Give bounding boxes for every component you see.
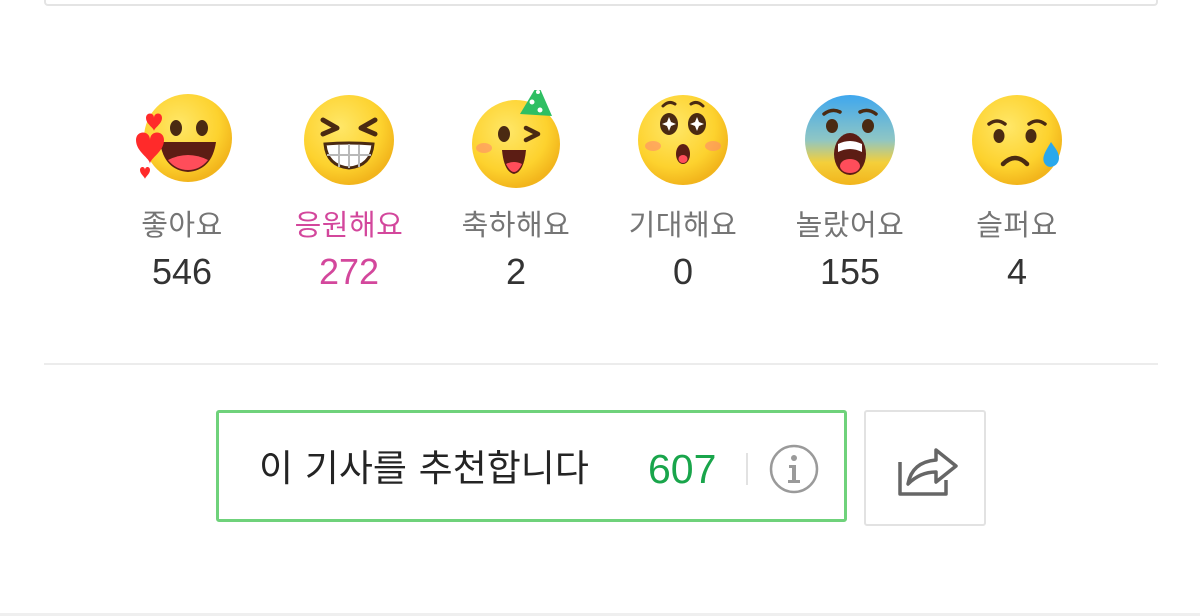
recommend-label: 이 기사를 추천합니다 <box>259 447 589 490</box>
recommend-count: 607 <box>648 446 717 492</box>
info-icon[interactable] <box>768 443 820 495</box>
previous-card-bottom <box>44 0 1158 6</box>
share-icon <box>898 448 958 496</box>
reaction-expect[interactable]: 기대해요 0 <box>599 84 767 304</box>
reaction-sad[interactable]: 슬퍼요 4 <box>933 84 1101 304</box>
reaction-label: 기대해요 <box>628 208 738 242</box>
recommend-button[interactable]: 이 기사를 추천합니다 607 <box>216 410 847 522</box>
sad-face-icon <box>972 95 1062 185</box>
reaction-label: 놀랐어요 <box>795 208 905 242</box>
reaction-count: 546 <box>151 251 213 292</box>
reaction-label: 슬퍼요 <box>976 208 1058 242</box>
reaction-count: 272 <box>318 251 380 292</box>
reaction-label: 응원해요 <box>294 208 404 242</box>
reaction-cheer[interactable]: 응원해요 272 <box>265 84 433 304</box>
recommend-separator <box>746 453 748 485</box>
reaction-surprised[interactable]: 놀랐어요 155 <box>766 84 934 304</box>
reaction-count: 2 <box>505 251 527 292</box>
reaction-label: 축하해요 <box>461 208 571 242</box>
shocked-face-icon <box>805 95 895 185</box>
reaction-count: 155 <box>819 251 881 292</box>
reaction-bar: 좋아요 546 응원해요 272 축하해요 2 기대해요 0 놀랐어요 155 … <box>98 84 1102 304</box>
cheer-face-icon <box>304 95 394 185</box>
reaction-count: 0 <box>672 251 694 292</box>
reaction-like[interactable]: 좋아요 546 <box>98 84 266 304</box>
party-face-icon <box>472 90 560 188</box>
reaction-label: 좋아요 <box>141 208 223 242</box>
reaction-count: 4 <box>1006 251 1028 292</box>
love-face-icon <box>136 94 232 182</box>
reaction-congrats[interactable]: 축하해요 2 <box>432 84 600 304</box>
section-divider <box>44 363 1158 365</box>
expect-face-icon <box>638 95 728 185</box>
share-button[interactable] <box>864 410 986 526</box>
